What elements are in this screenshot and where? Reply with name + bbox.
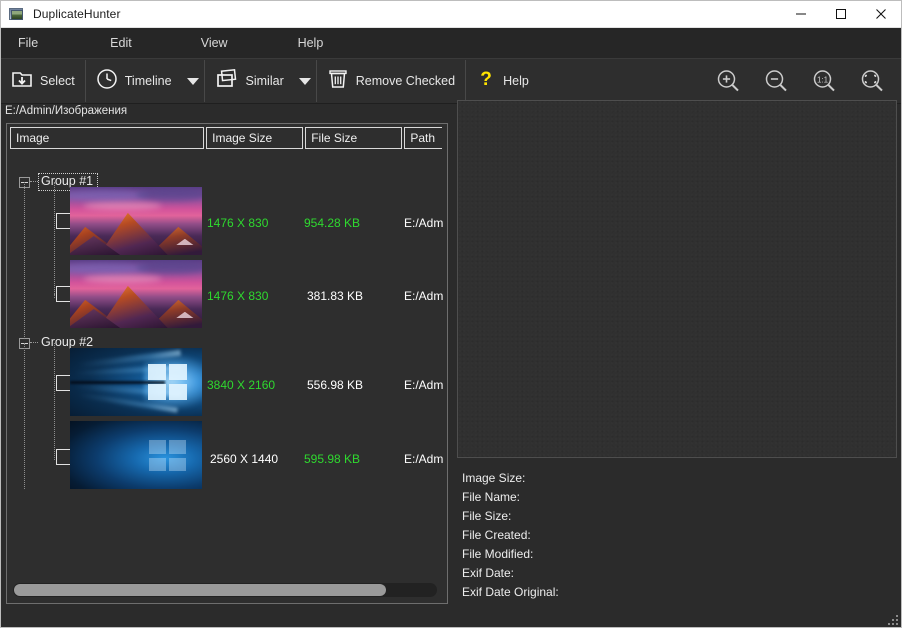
- row-file-size: 595.98 KB: [304, 452, 360, 466]
- column-header-image[interactable]: Image: [10, 127, 204, 149]
- select-button[interactable]: Select: [1, 60, 85, 102]
- chevron-down-icon: [299, 78, 311, 85]
- image-preview-panel[interactable]: [457, 100, 897, 458]
- info-file-name: File Name:: [457, 488, 897, 507]
- title-bar: DuplicateHunter: [1, 1, 901, 28]
- clock-icon: [96, 68, 118, 95]
- duplicates-tree-panel: Image Image Size File Size Path Group #1: [6, 123, 448, 604]
- menu-bar: File Edit View Help: [1, 28, 901, 58]
- trash-icon: [327, 68, 349, 95]
- row-path: E:/Adm: [404, 452, 443, 466]
- current-path: E:/Admin/Изображения: [1, 105, 127, 117]
- chevron-down-icon: [187, 78, 199, 85]
- row-image-size: 1476 X 830: [207, 289, 268, 303]
- toolbar: Select Timeline Similar: [1, 58, 901, 104]
- info-file-created: File Created:: [457, 526, 897, 545]
- question-mark-icon: ?: [476, 68, 496, 95]
- tree-body: Group #1 1476 X 830 954.28 KB E:/Adm 147…: [7, 149, 447, 579]
- help-label: Help: [503, 74, 529, 88]
- tree-horizontal-scrollbar[interactable]: [13, 583, 437, 597]
- row-file-size: 954.28 KB: [304, 216, 360, 230]
- row-path: E:/Adm: [404, 289, 443, 303]
- similar-button[interactable]: Similar: [205, 60, 294, 102]
- remove-checked-label: Remove Checked: [356, 74, 455, 88]
- help-button[interactable]: ? Help: [466, 60, 539, 102]
- row-thumbnail[interactable]: [70, 348, 202, 416]
- row-file-size: 556.98 KB: [307, 378, 363, 392]
- window-title: DuplicateHunter: [33, 7, 121, 21]
- close-button[interactable]: [861, 1, 901, 28]
- window-controls: [781, 1, 901, 28]
- info-exif-date: Exif Date:: [457, 564, 897, 583]
- zoom-out-icon[interactable]: [761, 66, 791, 96]
- info-exif-date-original: Exif Date Original:: [457, 583, 897, 602]
- svg-text:1:1: 1:1: [817, 75, 829, 84]
- row-image-size: 3840 X 2160: [207, 378, 275, 392]
- tree-connector: [24, 343, 25, 489]
- column-headers: Image Image Size File Size Path: [10, 127, 444, 149]
- tree-connector: [54, 182, 55, 298]
- row-thumbnail[interactable]: [70, 187, 202, 255]
- row-path: E:/Adm: [404, 378, 443, 392]
- tree-connector: [54, 343, 55, 460]
- row-thumbnail[interactable]: [70, 421, 202, 489]
- svg-text:?: ?: [480, 69, 492, 90]
- select-label: Select: [40, 74, 75, 88]
- path-bar: E:/Admin/Изображения: [1, 102, 451, 120]
- tree-connector: [30, 342, 38, 344]
- row-thumbnail[interactable]: [70, 260, 202, 328]
- timeline-dropdown-arrow[interactable]: [182, 60, 204, 102]
- remove-checked-button[interactable]: Remove Checked: [317, 60, 465, 102]
- row-path: E:/Adm: [404, 216, 443, 230]
- maximize-button[interactable]: [821, 1, 861, 28]
- zoom-in-icon[interactable]: [713, 66, 743, 96]
- menu-view[interactable]: View: [195, 32, 234, 54]
- zoom-actual-size-icon[interactable]: 1:1: [809, 66, 839, 96]
- menu-file[interactable]: File: [12, 32, 44, 54]
- column-header-image-size[interactable]: Image Size: [206, 127, 303, 149]
- column-header-file-size[interactable]: File Size: [305, 127, 402, 149]
- row-file-size: 381.83 KB: [307, 289, 363, 303]
- resize-grip[interactable]: [885, 612, 898, 625]
- similar-label: Similar: [246, 74, 284, 88]
- info-image-size: Image Size:: [457, 469, 897, 488]
- minimize-button[interactable]: [781, 1, 821, 28]
- image-info-panel: Image Size: File Name: File Size: File C…: [457, 469, 897, 609]
- scrollbar-thumb[interactable]: [14, 584, 386, 596]
- zoom-fit-icon[interactable]: [857, 66, 887, 96]
- column-header-path[interactable]: Path: [404, 127, 442, 149]
- menu-edit[interactable]: Edit: [104, 32, 138, 54]
- similar-dropdown-arrow[interactable]: [294, 60, 316, 102]
- application-window: DuplicateHunter File Edit View Help: [0, 0, 902, 628]
- info-file-size: File Size:: [457, 507, 897, 526]
- folder-download-icon: [11, 68, 33, 95]
- timeline-button[interactable]: Timeline: [86, 60, 182, 102]
- row-image-size: 2560 X 1440: [210, 452, 278, 466]
- timeline-label: Timeline: [125, 74, 172, 88]
- zoom-controls: 1:1: [713, 66, 901, 96]
- menu-help[interactable]: Help: [292, 32, 330, 54]
- app-photo-icon: [9, 6, 25, 22]
- tree-connector: [24, 182, 25, 339]
- photos-stack-icon: [215, 68, 239, 95]
- preview-empty-area: [458, 101, 896, 457]
- tree-connector: [30, 181, 38, 183]
- row-image-size: 1476 X 830: [207, 216, 268, 230]
- info-file-modified: File Modified:: [457, 545, 897, 564]
